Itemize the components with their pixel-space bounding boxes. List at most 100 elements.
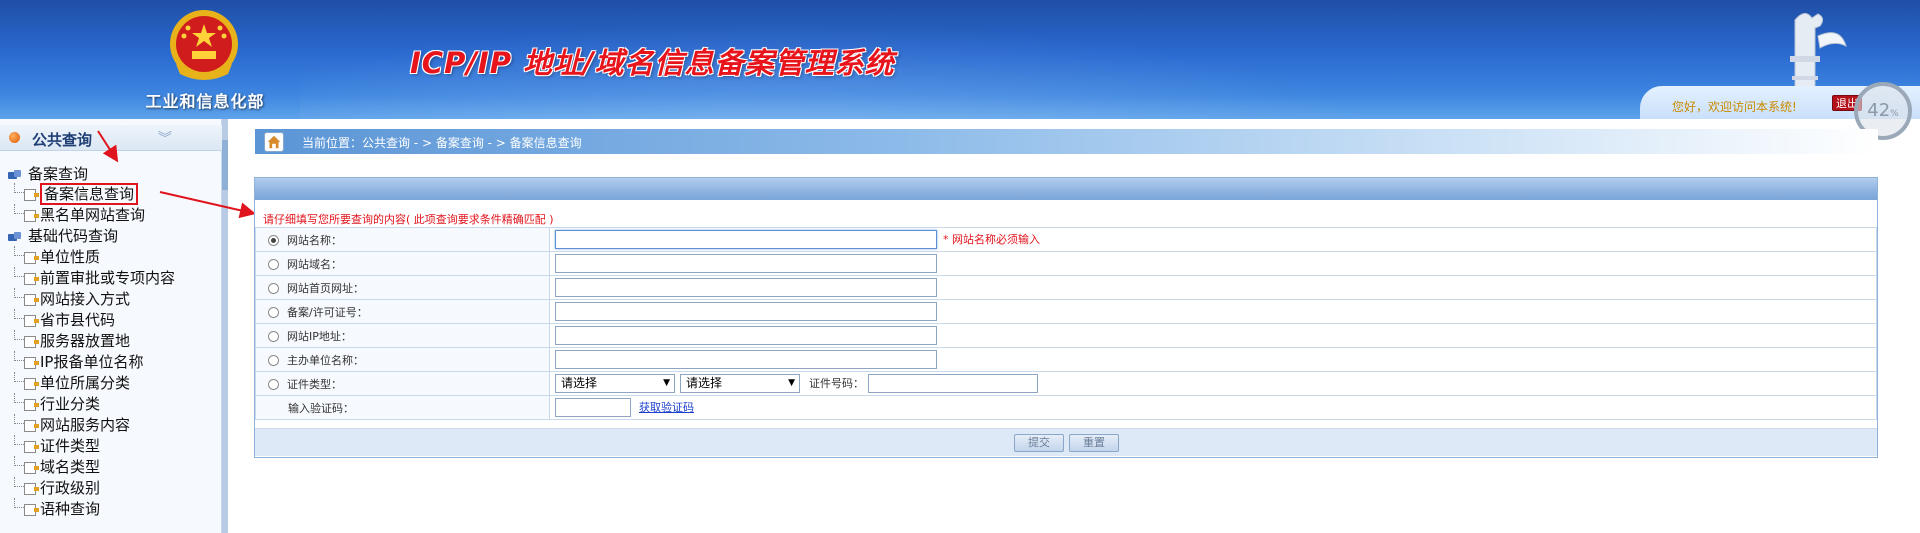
cert-number-label: 证件号码： (809, 376, 864, 390)
captcha-label: 输入验证码： (288, 401, 354, 415)
zoom-unit: % (1890, 109, 1899, 119)
license-number-input[interactable] (555, 302, 937, 321)
splitter-collapse-handle[interactable] (222, 140, 228, 190)
breadcrumb-text: 当前位置：公共查询 - > 备案查询 - > 备案信息查询 (302, 136, 582, 150)
document-icon (24, 482, 39, 495)
document-icon (24, 293, 39, 306)
reset-button[interactable]: 重置 (1069, 434, 1119, 452)
sidebar-item-admin-level[interactable]: 行政级别 (14, 477, 100, 498)
radio-license[interactable] (268, 307, 279, 318)
sidebar-item-label: 行业分类 (40, 395, 101, 413)
app-header: 工业和信息化部 ICP/IP 地址/域名信息备案管理系统 您好，欢迎访问本系统!… (0, 0, 1920, 119)
sidebar-item-access-method[interactable]: 网站接入方式 (14, 288, 130, 309)
chevron-down-icon[interactable]: ︾ (158, 128, 172, 148)
document-icon (24, 461, 39, 474)
document-icon (24, 398, 39, 411)
sidebar-item-label: IP报备单位名称 (40, 353, 144, 371)
radio-domain[interactable] (268, 259, 279, 270)
sidebar-item-unit-nature[interactable]: 单位性质 (14, 246, 100, 267)
sidebar-item-label: 行政级别 (40, 479, 101, 497)
form-button-row: 提交 重置 (255, 428, 1877, 456)
field-label: 备案/许可证号： (287, 305, 368, 319)
folder-group-icon (8, 169, 22, 180)
document-icon (24, 335, 39, 348)
sidebar-title: 公共查询 (32, 131, 93, 149)
field-label: 证件类型： (287, 377, 342, 391)
document-icon (24, 314, 39, 327)
domain-input[interactable] (555, 254, 937, 273)
sidebar-item-pre-approval[interactable]: 前置审批或专项内容 (14, 267, 175, 288)
homepage-url-input[interactable] (555, 278, 937, 297)
field-label: 网站名称： (287, 233, 342, 247)
sidebar-item-label: 网站接入方式 (40, 290, 131, 308)
radio-site-name[interactable] (268, 235, 279, 246)
sidebar-item-unit-category[interactable]: 单位所属分类 (14, 372, 130, 393)
sidebar-item-label: 单位所属分类 (40, 374, 131, 392)
sidebar-item-server-location[interactable]: 服务器放置地 (14, 330, 130, 351)
form-row-organizer: 主办单位名称： (255, 347, 1877, 372)
tree-group-filing-query[interactable]: 备案查询 (8, 163, 88, 183)
radio-homepage[interactable] (268, 283, 279, 294)
sidebar-item-ip-unit-name[interactable]: IP报备单位名称 (14, 351, 143, 372)
form-row-cert-type: 证件类型： 请选择 ▼ 请选择 ▼ 证件号码： (255, 371, 1877, 396)
sidebar-item-filing-info-query[interactable]: 备案信息查询 (14, 183, 139, 205)
sidebar-item-region-code[interactable]: 省市县代码 (14, 309, 115, 330)
submit-button[interactable]: 提交 (1014, 434, 1064, 452)
sidebar-item-label: 单位性质 (40, 248, 101, 266)
radio-cert-type[interactable] (268, 379, 279, 390)
query-form-table: 网站名称： * 网站名称必须输入 网站域名： 网站首页网址： 备案/许可证号： … (255, 227, 1877, 420)
required-hint: * 网站名称必须输入 (943, 232, 1040, 246)
captcha-input[interactable] (555, 398, 631, 417)
form-row-domain: 网站域名： (255, 251, 1877, 276)
field-label: 网站首页网址： (287, 281, 364, 295)
organizer-name-input[interactable] (555, 350, 937, 369)
cert-type-select[interactable]: 请选择 ▼ (680, 374, 800, 393)
sidebar-item-label: 证件类型 (40, 437, 101, 455)
document-icon (24, 440, 39, 453)
sidebar-header[interactable]: 公共查询 ︾ (0, 125, 222, 151)
document-icon (24, 272, 39, 285)
sidebar-item-label: 省市县代码 (40, 311, 116, 329)
field-label: 主办单位名称： (287, 353, 364, 367)
dropdown-arrow-icon: ▼ (663, 378, 670, 388)
sidebar-item-domain-type[interactable]: 域名类型 (14, 456, 100, 477)
document-icon (24, 419, 39, 432)
form-notice: 请仔细填写您所要查询的内容( 此项查询要求条件精确匹配 ) (263, 213, 554, 226)
sidebar-item-label: 语种查询 (40, 500, 101, 518)
document-icon (24, 188, 39, 201)
document-icon (24, 209, 39, 222)
sidebar-item-cert-type[interactable]: 证件类型 (14, 435, 100, 456)
sidebar: 公共查询 ︾ 备案查询 备案信息查询 黑名单网站查询 基础代码查询 单位性质 前… (0, 119, 222, 533)
sidebar-item-label: 前置审批或专项内容 (40, 269, 176, 287)
cert-number-input[interactable] (868, 374, 1038, 393)
query-form-panel: 请仔细填写您所要查询的内容( 此项查询要求条件精确匹配 ) 网站名称： * 网站… (254, 177, 1878, 458)
form-panel-header (255, 178, 1877, 200)
sidebar-item-label: 备案信息查询 (40, 183, 139, 205)
sidebar-item-label: 服务器放置地 (40, 332, 131, 350)
home-icon[interactable] (264, 132, 284, 152)
sidebar-item-blacklist-query[interactable]: 黑名单网站查询 (14, 204, 145, 225)
document-icon (24, 251, 39, 264)
welcome-text: 您好，欢迎访问本系统! (1672, 100, 1797, 114)
ip-address-input[interactable] (555, 326, 937, 345)
radio-organizer[interactable] (268, 355, 279, 366)
radio-ip[interactable] (268, 331, 279, 342)
national-emblem-icon (170, 10, 238, 80)
field-label: 网站IP地址： (287, 329, 352, 343)
site-name-input[interactable] (555, 230, 937, 249)
form-row-captcha: 输入验证码： 获取验证码 (255, 395, 1877, 420)
cert-category-select[interactable]: 请选择 ▼ (555, 374, 675, 393)
field-label: 网站域名： (287, 257, 342, 271)
sidebar-item-language[interactable]: 语种查询 (14, 498, 100, 519)
ministry-name: 工业和信息化部 (145, 92, 265, 111)
folder-group-icon (8, 231, 22, 242)
sidebar-item-label: 域名类型 (40, 458, 101, 476)
sidebar-item-label: 网站服务内容 (40, 416, 131, 434)
get-captcha-link[interactable]: 获取验证码 (639, 401, 694, 414)
form-row-license: 备案/许可证号： (255, 299, 1877, 324)
tree-group-label: 备案查询 (28, 165, 89, 183)
document-icon (24, 377, 39, 390)
tree-group-base-code-query[interactable]: 基础代码查询 (8, 225, 118, 245)
sidebar-item-service-content[interactable]: 网站服务内容 (14, 414, 130, 435)
sidebar-item-industry[interactable]: 行业分类 (14, 393, 100, 414)
